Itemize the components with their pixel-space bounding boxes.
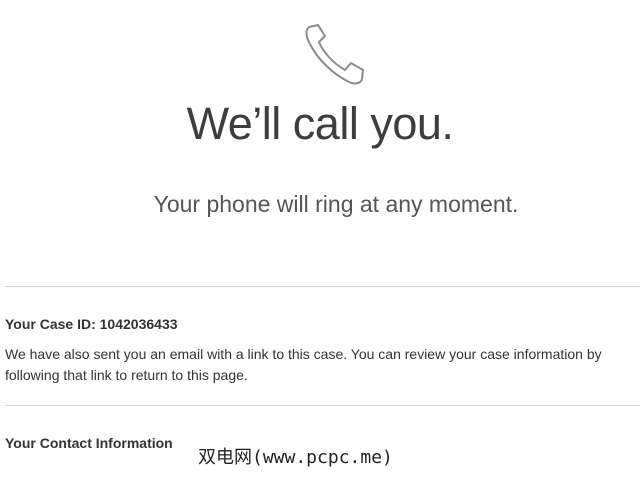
phone-icon: [303, 22, 371, 86]
section-divider: [5, 405, 640, 406]
case-description: We have also sent you an email with a li…: [5, 346, 602, 383]
case-section: Your Case ID: 1042036433 We have also se…: [5, 314, 637, 386]
contact-info-heading: Your Contact Information: [5, 435, 173, 451]
watermark-text: 双电网(www.pcpc.me): [198, 446, 393, 470]
page-title: We’ll call you.: [186, 98, 454, 149]
confirmation-hero: We’ll call you. Your phone will ring at …: [0, 0, 640, 260]
section-divider: [5, 286, 640, 287]
case-id-heading: Your Case ID: 1042036433: [5, 316, 178, 332]
page-subtitle: Your phone will ring at any moment.: [153, 191, 519, 217]
